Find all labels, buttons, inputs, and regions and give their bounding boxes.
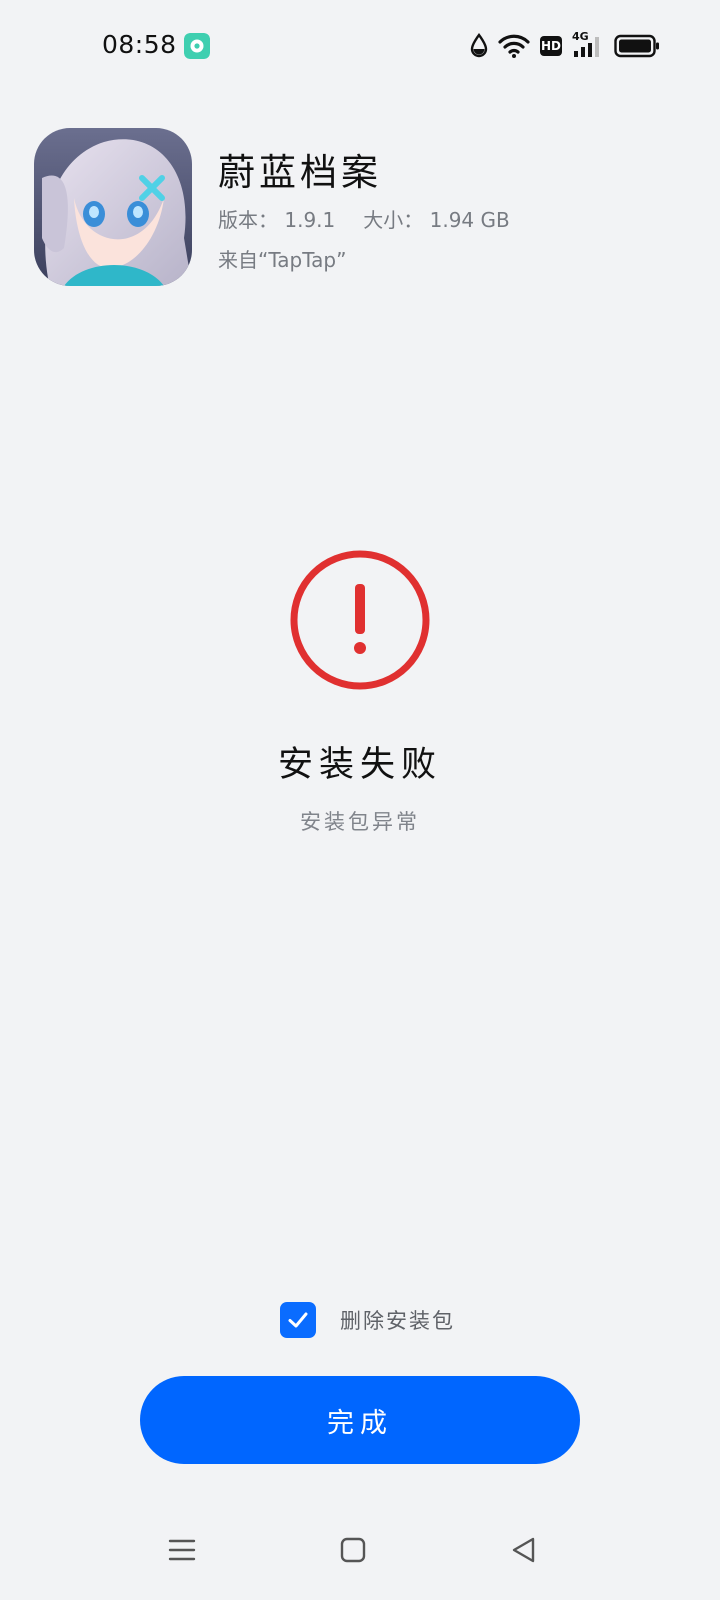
back-triangle-icon: [512, 1537, 535, 1563]
water-drop-icon: [470, 33, 488, 58]
app-source: 来自“TapTap”: [218, 248, 347, 272]
status-bar: 08:58 HD 4G: [0, 0, 720, 92]
app-header: 蔚蓝档案 版本： 1.9.1 大小： 1.94 GB 来自“TapTap”: [34, 128, 694, 288]
home-button[interactable]: [333, 1530, 373, 1570]
hd-label: HD: [540, 39, 561, 53]
network-label: 4G: [572, 30, 589, 43]
size-info: 大小： 1.94 GB: [363, 204, 509, 233]
checkmark-icon: [288, 1312, 308, 1328]
back-button[interactable]: [504, 1530, 544, 1570]
error-exclamation-icon: [290, 550, 430, 690]
home-square-icon: [340, 1537, 366, 1563]
delete-package-row[interactable]: 删除安装包: [280, 1302, 455, 1338]
version-value: 1.9.1: [284, 208, 336, 232]
menu-icon: [168, 1539, 196, 1561]
status-icons: HD 4G: [470, 30, 660, 62]
hd-icon: HD: [540, 36, 562, 56]
chat-bubble-app-icon: [184, 33, 210, 59]
result-title: 安装失败: [277, 745, 442, 785]
battery-icon: [614, 34, 659, 58]
app-icon: [34, 128, 192, 286]
status-time: 08:58: [102, 30, 177, 59]
version-label: 版本：: [218, 208, 278, 232]
menu-button[interactable]: [162, 1530, 202, 1570]
delete-package-label: 删除安装包: [340, 1309, 455, 1333]
delete-package-checkbox[interactable]: [280, 1302, 316, 1338]
result-subtitle: 安装包异常: [300, 810, 420, 834]
app-meta: 版本： 1.9.1 大小： 1.94 GB: [218, 204, 510, 233]
version-info: 版本： 1.9.1: [218, 204, 335, 233]
app-name: 蔚蓝档案: [218, 151, 382, 194]
done-button[interactable]: 完成: [140, 1376, 580, 1464]
4g-signal-icon: 4G: [572, 30, 604, 59]
wifi-icon: [498, 34, 530, 58]
size-label: 大小：: [363, 208, 424, 232]
size-value: 1.94 GB: [429, 208, 510, 232]
navigation-bar: [0, 1530, 720, 1580]
